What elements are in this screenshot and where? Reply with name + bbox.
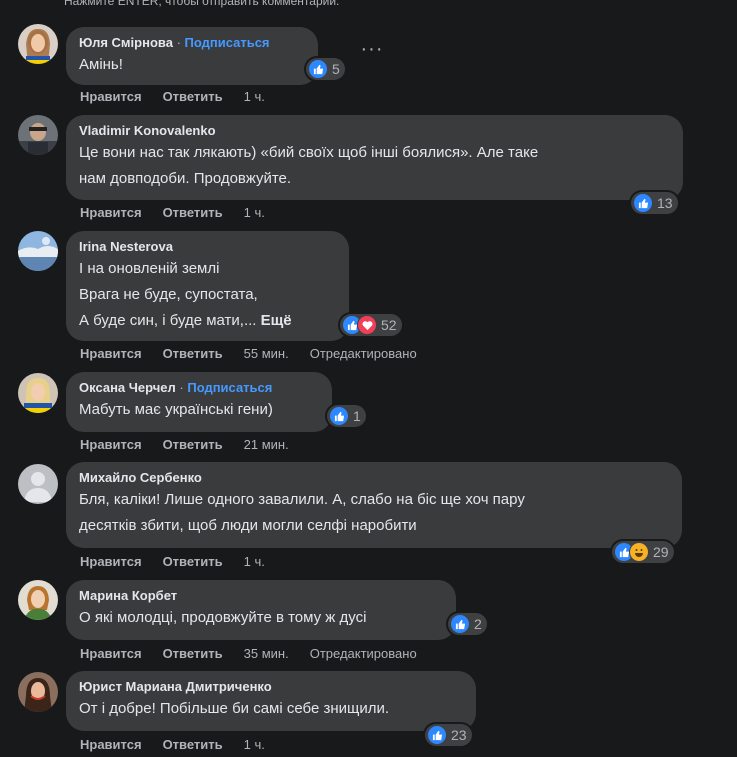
reactions-badge[interactable]: 29 [612, 541, 674, 563]
comment-actions: Нравится Ответить 1 ч. [80, 89, 286, 104]
like-reaction-icon [308, 59, 328, 79]
comment-actions: Нравится Ответить 1 ч. [80, 737, 286, 752]
comment-text: Це вони нас так лякають) «бий своїх щоб … [79, 144, 539, 187]
timestamp[interactable]: 35 мин. [244, 646, 289, 661]
reaction-count: 52 [381, 317, 397, 333]
comment-actions: Нравится Ответить 1 ч. [80, 554, 286, 569]
comment-bubble: Марина Корбет О які молодці, продовжуйте… [66, 580, 456, 640]
reply-button[interactable]: Ответить [163, 205, 223, 220]
reactions-badge[interactable]: 13 [631, 192, 678, 214]
comment-actions: Нравится Ответить 21 мин. [80, 437, 310, 452]
reactions-badge[interactable]: 5 [306, 58, 345, 80]
like-button[interactable]: Нравится [80, 737, 142, 752]
comment-text: От і добре! Побільше би самі себе знищил… [79, 700, 390, 717]
like-reaction-icon [450, 614, 470, 634]
like-button[interactable]: Нравится [80, 205, 142, 220]
like-reaction-icon [633, 193, 653, 213]
reaction-count: 5 [332, 61, 340, 77]
like-button[interactable]: Нравится [80, 646, 142, 661]
avatar[interactable] [18, 580, 58, 620]
avatar[interactable] [18, 231, 58, 271]
timestamp[interactable]: 21 мин. [244, 437, 289, 452]
reaction-count: 23 [451, 727, 467, 743]
comment-actions: Нравится Ответить 35 мин. Отредактирован… [80, 646, 438, 661]
timestamp[interactable]: 1 ч. [244, 89, 265, 104]
timestamp[interactable]: 1 ч. [244, 737, 265, 752]
comment-text: Мабуть має українські гени) [79, 401, 273, 418]
reactions-badge[interactable]: 23 [425, 724, 472, 746]
reply-button[interactable]: Ответить [163, 346, 223, 361]
comment-bubble: Irina Nesterova І на оновленій землі Вра… [66, 231, 349, 341]
comment-bubble: Юрист Мариана Дмитриченко От і добре! По… [66, 671, 476, 731]
comment-author[interactable]: Vladimir Konovalenko [79, 123, 216, 138]
comment-text: О які молодці, продовжуйте в тому ж дусі [79, 609, 367, 626]
edited-label[interactable]: Отредактировано [310, 346, 417, 361]
reply-button[interactable]: Ответить [163, 89, 223, 104]
avatar[interactable] [18, 373, 58, 413]
timestamp[interactable]: 1 ч. [244, 205, 265, 220]
comment-text: Бля, каліки! Лише одного завалили. А, сл… [79, 491, 525, 534]
separator-dot: · [172, 35, 185, 50]
reaction-count: 29 [653, 544, 669, 560]
like-button[interactable]: Нравится [80, 89, 142, 104]
comment-bubble: Юля Смірнова · Подписаться Амінь! [66, 27, 318, 85]
reactions-badge[interactable]: 52 [340, 314, 402, 336]
comment-text: Амінь! [79, 56, 123, 73]
avatar[interactable] [18, 24, 58, 64]
like-button[interactable]: Нравится [80, 437, 142, 452]
comment-hint: Нажмите ENTER, чтобы отправить комментар… [64, 0, 340, 8]
comment-bubble: Михайло Сербенко Бля, каліки! Лише одног… [66, 462, 682, 548]
comment-author[interactable]: Юрист Мариана Дмитриченко [79, 679, 272, 694]
like-reaction-icon [329, 406, 349, 426]
avatar[interactable] [18, 672, 58, 712]
comment-text: І на оновленій землі Врага не буде, супо… [79, 260, 292, 329]
comment-author[interactable]: Михайло Сербенко [79, 470, 202, 485]
reply-button[interactable]: Ответить [163, 554, 223, 569]
comment-author[interactable]: Оксана Черчел [79, 380, 176, 395]
comment-actions: Нравится Ответить 55 мин. Отредактирован… [80, 346, 438, 361]
separator-dot: · [175, 380, 188, 395]
follow-link[interactable]: Подписаться [187, 380, 272, 395]
timestamp[interactable]: 55 мин. [244, 346, 289, 361]
avatar[interactable] [18, 464, 58, 504]
reaction-count: 2 [474, 616, 482, 632]
reaction-count: 1 [353, 408, 361, 424]
haha-reaction-icon [629, 542, 649, 562]
follow-link[interactable]: Подписаться [185, 35, 270, 50]
reactions-badge[interactable]: 1 [327, 405, 366, 427]
avatar[interactable] [18, 115, 58, 155]
comment-actions: Нравится Ответить 1 ч. [80, 205, 286, 220]
like-reaction-icon [427, 725, 447, 745]
reply-button[interactable]: Ответить [163, 437, 223, 452]
comment-author[interactable]: Марина Корбет [79, 588, 177, 603]
comment-author[interactable]: Irina Nesterova [79, 239, 173, 254]
timestamp[interactable]: 1 ч. [244, 554, 265, 569]
comment-author[interactable]: Юля Смірнова [79, 35, 173, 50]
reaction-count: 13 [657, 195, 673, 211]
reply-button[interactable]: Ответить [163, 646, 223, 661]
reactions-badge[interactable]: 2 [448, 613, 487, 635]
reply-button[interactable]: Ответить [163, 737, 223, 752]
comment-bubble: Оксана Черчел · Подписаться Мабуть має у… [66, 372, 332, 432]
see-more-link[interactable]: Ещё [261, 312, 292, 329]
like-button[interactable]: Нравится [80, 554, 142, 569]
more-options-icon[interactable]: ··· [360, 39, 384, 64]
love-reaction-icon [357, 315, 377, 335]
like-button[interactable]: Нравится [80, 346, 142, 361]
comment-bubble: Vladimir Konovalenko Це вони нас так ляк… [66, 115, 683, 200]
edited-label[interactable]: Отредактировано [310, 646, 417, 661]
